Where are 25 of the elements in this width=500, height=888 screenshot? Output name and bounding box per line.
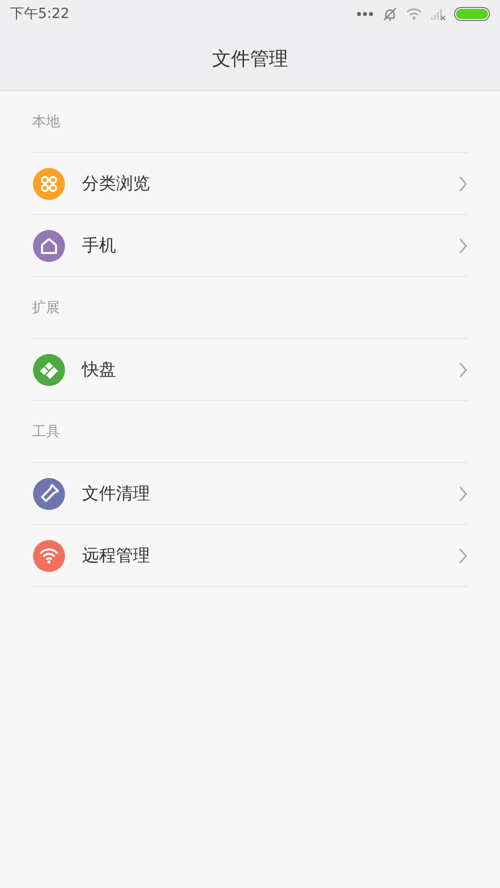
item-label: 远程管理 — [82, 545, 151, 567]
section-header: 本地 — [32, 91, 468, 153]
list-item[interactable]: 快盘 — [32, 339, 468, 401]
item-label: 文件清理 — [82, 483, 151, 505]
chevron-icon — [458, 174, 468, 192]
signal-icon — [430, 7, 446, 21]
muted-bell-icon — [382, 6, 398, 22]
chevron-icon — [458, 236, 468, 254]
item-label: 手机 — [82, 235, 117, 257]
section-header: 扩展 — [32, 277, 468, 339]
list-item[interactable]: 手机 — [32, 215, 468, 277]
list-item[interactable]: 远程管理 — [32, 525, 468, 587]
status-time: 下午5:22 — [10, 5, 70, 23]
more-icon — [356, 11, 374, 17]
section-header: 工具 — [32, 401, 468, 463]
chevron-icon — [458, 546, 468, 564]
chevron-icon — [458, 360, 468, 378]
wifi-icon — [406, 7, 422, 21]
list-item[interactable]: 分类浏览 — [32, 153, 468, 215]
item-label: 分类浏览 — [82, 173, 151, 195]
chevron-icon — [458, 484, 468, 502]
list-item[interactable]: 文件清理 — [32, 463, 468, 525]
battery-icon — [454, 7, 490, 21]
page-title: 文件管理 — [212, 47, 288, 72]
item-label: 快盘 — [82, 359, 117, 381]
